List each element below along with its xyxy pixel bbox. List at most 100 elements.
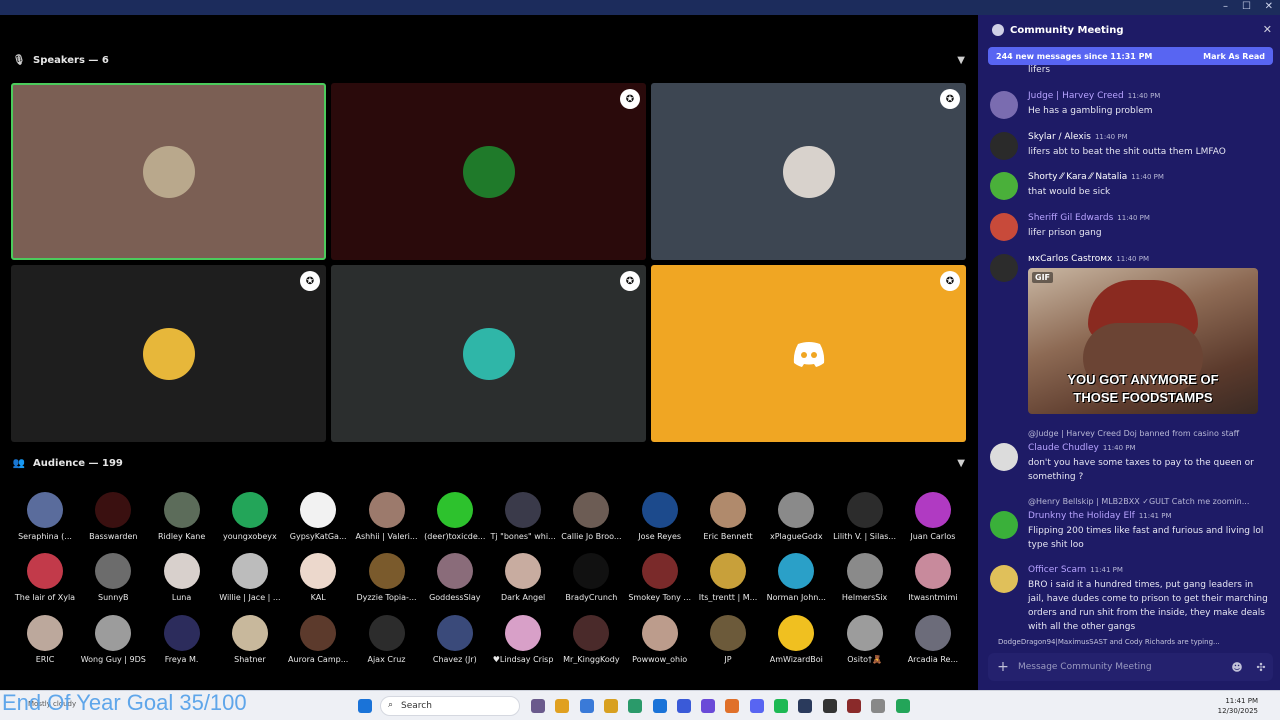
avatar[interactable] [300,492,337,528]
audience-member[interactable]: GoddessSlay [421,553,489,602]
audience-member[interactable]: Norman John... [762,553,830,602]
audience-member[interactable]: Mr_KinggKody [557,615,625,664]
stage-badge-icon[interactable]: ✪ [620,89,640,109]
audience-member[interactable]: Powwow_ohio [626,615,694,664]
chat-message[interactable]: Judge | Harvey Creed 11:40 PM He has a gam… [990,91,1270,121]
avatar[interactable] [163,553,200,589]
taskbar-app-icon[interactable] [628,699,643,713]
avatar[interactable] [436,615,473,651]
avatar[interactable] [573,492,610,528]
taskbar-app-icon[interactable] [871,699,886,713]
avatar[interactable] [710,615,746,651]
audience-member[interactable]: Wong Guy | 9DS [79,615,147,664]
audience-member[interactable]: Its_trentt | M... [694,553,762,602]
audience-member[interactable]: Chavez (Jr) [421,615,489,664]
close-icon[interactable]: ✕ [1263,23,1272,36]
minimize-icon[interactable]: – [1223,1,1228,12]
avatar[interactable] [573,615,610,651]
avatar[interactable] [778,492,815,528]
avatar[interactable] [846,553,883,589]
audience-member[interactable]: Osito†🧸 [831,615,899,664]
audience-member[interactable]: JP [694,615,762,664]
message-author[interactable]: мxCarlos Castroмx [1028,254,1112,264]
chat-message[interactable]: Sheriff Gil Edwards 11:40 PM lifer prison … [990,213,1270,243]
speaker-avatar[interactable] [462,145,515,198]
taskbar-app-icon[interactable] [774,699,788,713]
stage-badge-icon[interactable]: ✪ [300,271,320,291]
avatar[interactable] [95,553,132,589]
avatar[interactable] [505,553,542,589]
avatar[interactable] [163,615,200,651]
add-attachment-icon[interactable]: + [988,659,1018,675]
speaker-avatar[interactable] [462,327,515,380]
speaker-tile[interactable]: ✪ [651,83,966,260]
avatar[interactable] [846,492,883,528]
avatar[interactable] [95,615,132,651]
message-author[interactable]: Judge | Harvey Creed [1028,91,1124,101]
message-composer[interactable]: + Message Community Meeting ☻ ✣ [988,653,1273,681]
avatar[interactable] [990,254,1018,282]
message-author[interactable]: Drunkny the Holiday Elf [1028,511,1135,521]
taskbar-app-icon[interactable] [652,699,667,713]
audience-member[interactable]: Seraphina (... [11,492,79,541]
avatar[interactable] [300,553,337,589]
new-messages-bar[interactable]: 244 new messages since 11:31 PM Mark As … [988,47,1273,65]
stage-badge-icon[interactable]: ✪ [620,271,640,291]
message-author[interactable]: Officer Scarn [1028,565,1086,575]
avatar[interactable] [95,492,132,528]
start-icon[interactable] [358,699,372,713]
taskbar-app-icon[interactable] [725,699,740,713]
taskbar-app-icon[interactable] [822,699,837,713]
avatar[interactable] [990,443,1018,471]
taskbar-app-icon[interactable] [798,699,813,713]
audience-member[interactable]: Dyzzie Topia-... [353,553,421,602]
audience-member[interactable]: Tj "bones" whi... [489,492,557,541]
stage-badge-icon[interactable]: ✪ [940,89,960,109]
chat-message[interactable]: Drunkny the Holiday Elf 11:41 PM Flipping … [990,511,1270,550]
avatar[interactable] [368,615,405,651]
avatar[interactable] [990,91,1018,119]
avatar[interactable] [641,615,678,651]
avatar[interactable] [914,615,951,651]
audience-member[interactable]: ERIC [11,615,79,664]
audience-member[interactable]: SunnyB [79,553,147,602]
avatar[interactable] [368,492,405,528]
audience-member[interactable]: Ajax Cruz [353,615,421,664]
apps-icon[interactable]: ✣ [1249,661,1273,674]
taskbar-app-icon[interactable] [603,699,618,713]
chevron-down-icon[interactable]: ▼ [957,458,965,469]
audience-member[interactable]: Shatner [216,615,284,664]
audience-member[interactable]: Basswarden [79,492,147,541]
avatar[interactable] [573,553,610,589]
audience-member[interactable]: BradyCrunch [557,553,625,602]
avatar[interactable] [300,615,337,651]
audience-member[interactable]: Juan Carlos [899,492,967,541]
gif-image[interactable]: GIF YOU GOT ANYMORE OF THOSE FOODSTAMPS [1028,268,1258,414]
taskbar-app-icon[interactable] [579,699,594,713]
speaker-tile[interactable] [11,83,326,260]
audience-member[interactable]: The lair of Xyla [11,553,79,602]
avatar[interactable] [641,553,678,589]
speaker-tile[interactable]: ✪ [11,265,326,442]
avatar[interactable] [914,553,951,589]
stage-badge-icon[interactable]: ✪ [940,271,960,291]
close-window-icon[interactable]: ✕ [1265,1,1273,12]
audience-member[interactable]: KAL [284,553,352,602]
taskbar-app-icon[interactable] [555,699,570,713]
speaker-avatar[interactable] [142,145,195,198]
taskbar-app-icon[interactable] [531,699,545,713]
audience-member[interactable]: Aurora Camp... [284,615,352,664]
avatar[interactable] [436,553,473,589]
avatar[interactable] [27,615,63,651]
avatar[interactable] [846,615,883,651]
message-author[interactable]: Sheriff Gil Edwards [1028,213,1113,223]
avatar[interactable] [505,492,542,528]
speaker-avatar[interactable] [142,327,195,380]
speaker-tile[interactable]: ✪ [651,265,966,442]
speaker-tile[interactable]: ✪ [331,265,646,442]
chat-message[interactable]: Skylar / Alexis 11:40 PM lifers abt to bea… [990,132,1270,162]
clock[interactable]: 11:41 PM 12/30/2025 [1218,696,1258,716]
audience-member[interactable]: Callie Jo Broo... [557,492,625,541]
audience-member[interactable]: Eric Bennett [694,492,762,541]
audience-member[interactable]: Ashhii | Valeri... [353,492,421,541]
